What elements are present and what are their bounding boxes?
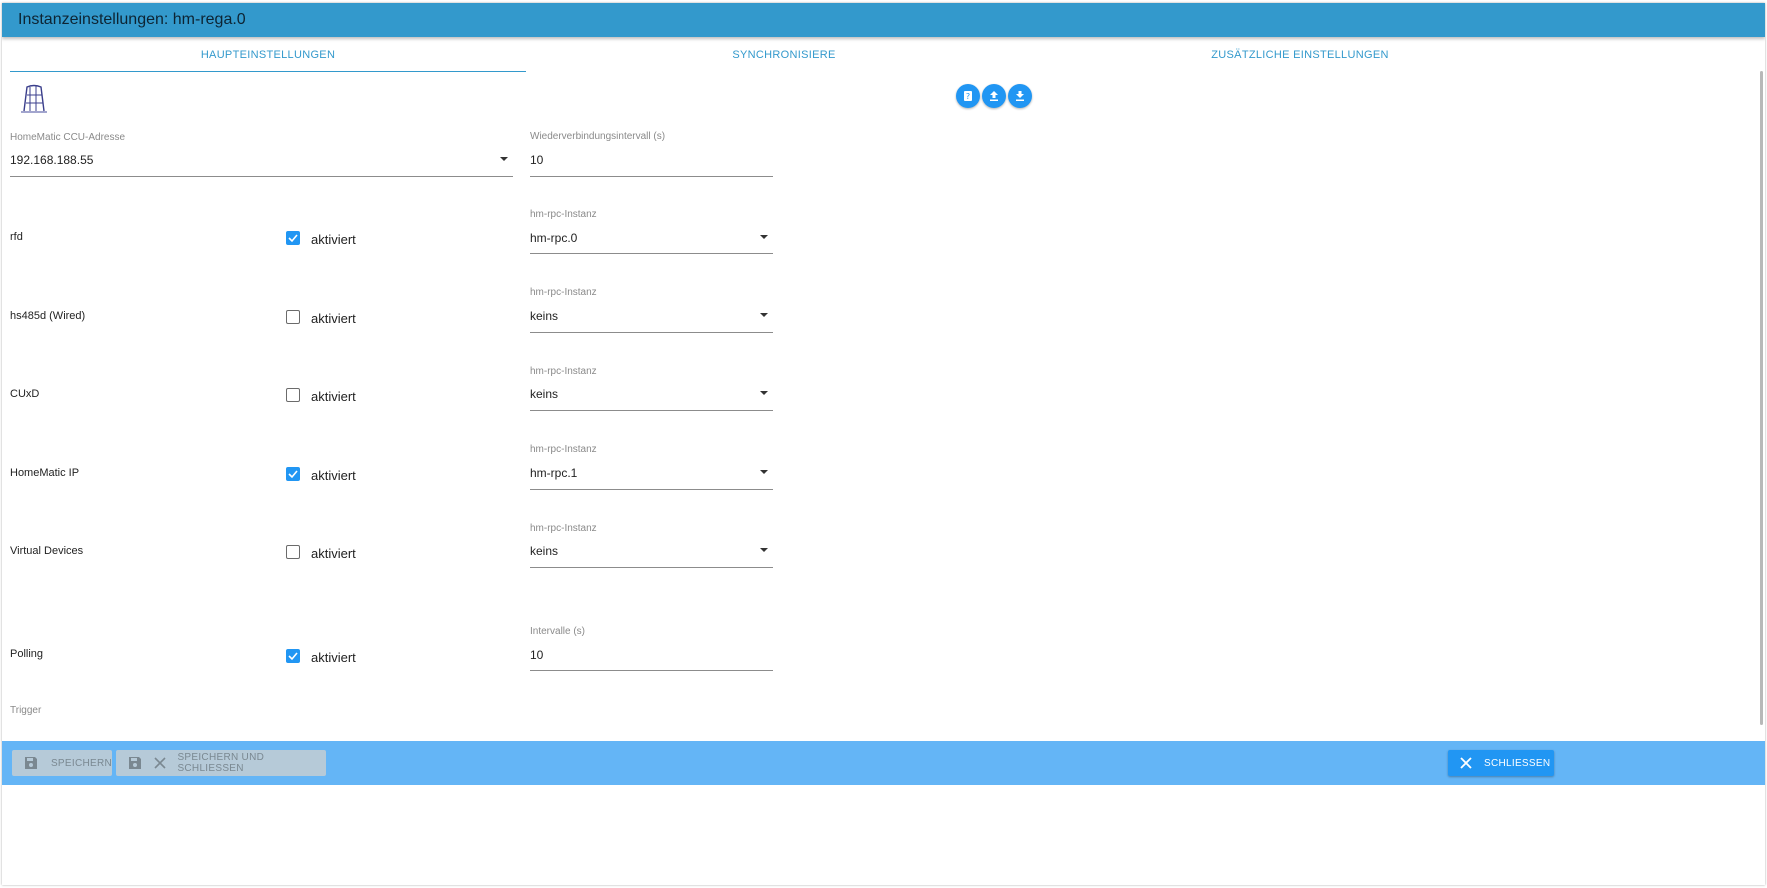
virtual-devices-checkbox-text: aktiviert	[311, 546, 356, 561]
chevron-down-icon	[760, 391, 768, 395]
polling-checkbox-text: aktiviert	[311, 650, 356, 665]
check-icon	[288, 470, 298, 479]
rfd-checkbox-text: aktiviert	[311, 232, 356, 247]
cuxd-label: CUxD	[10, 388, 40, 400]
chevron-down-icon	[760, 313, 768, 317]
cuxd-instance-label: hm-rpc-Instanz	[530, 366, 597, 377]
hs485d-checkbox-text: aktiviert	[311, 311, 356, 326]
homematic-logo-icon	[21, 84, 47, 113]
tab-synchronize[interactable]: SYNCHRONISIERE	[526, 37, 1042, 73]
close-button[interactable]: SCHLIESSEN	[1448, 750, 1554, 776]
upload-button[interactable]	[982, 84, 1006, 108]
homematic-ip-instance-value: hm-rpc.1	[530, 466, 578, 480]
help-button[interactable]: ?	[956, 84, 980, 108]
close-icon	[1460, 757, 1472, 769]
title-bar: Instanzeinstellungen: hm-rega.0	[2, 3, 1765, 37]
check-icon	[288, 652, 298, 661]
homematic-ip-checkbox-text: aktiviert	[311, 468, 356, 483]
cuxd-checkbox-text: aktiviert	[311, 389, 356, 404]
download-button[interactable]	[1008, 84, 1032, 108]
homematic-ip-checkbox[interactable]	[286, 467, 300, 481]
cuxd-checkbox[interactable]	[286, 388, 300, 402]
help-icon: ?	[964, 91, 972, 101]
hs485d-checkbox[interactable]	[286, 310, 300, 324]
ccu-address-label: HomeMatic CCU-Adresse	[10, 132, 126, 143]
check-icon	[288, 234, 298, 243]
scrollbar[interactable]	[1760, 71, 1763, 725]
chevron-down-icon	[500, 157, 508, 161]
tab-bar: HAUPTEINSTELLUNGEN SYNCHRONISIERE ZUSÄTZ…	[10, 37, 1557, 73]
download-icon	[1016, 91, 1024, 101]
instance-settings-dialog: Instanzeinstellungen: hm-rega.0 HAUPTEIN…	[2, 3, 1765, 885]
save-and-close-button[interactable]: SPEICHERN UND SCHLIESSEN	[116, 750, 326, 776]
reconnect-interval-value: 10	[530, 153, 544, 167]
tab-additional-settings[interactable]: ZUSÄTZLICHE EINSTELLUNGEN	[1042, 37, 1558, 73]
chevron-down-icon	[760, 470, 768, 474]
adapter-logo	[18, 81, 48, 115]
virtual-devices-checkbox[interactable]	[286, 545, 300, 559]
svg-text:?: ?	[966, 92, 970, 101]
save-and-close-button-label: SPEICHERN UND SCHLIESSEN	[177, 752, 265, 774]
hs485d-instance-value: keins	[530, 309, 559, 323]
reconnect-interval-label: Wiederverbindungsintervall (s)	[530, 131, 666, 142]
save-icon	[23, 755, 39, 771]
virtual-devices-instance-value: keins	[530, 544, 559, 558]
close-button-label: SCHLIESSEN	[1484, 757, 1551, 769]
tab-main-settings[interactable]: HAUPTEINSTELLUNGEN	[10, 37, 526, 73]
rfd-checkbox[interactable]	[286, 231, 300, 245]
chevron-down-icon	[760, 548, 768, 552]
hs485d-label: hs485d (Wired)	[10, 310, 86, 322]
polling-checkbox[interactable]	[286, 649, 300, 663]
homematic-ip-instance-label: hm-rpc-Instanz	[530, 444, 597, 455]
chevron-down-icon	[760, 235, 768, 239]
rfd-label: rfd	[10, 231, 23, 243]
dialog-title: Instanzeinstellungen: hm-rega.0	[18, 11, 246, 28]
polling-interval-label: Intervalle (s)	[530, 626, 586, 637]
rfd-instance-value: hm-rpc.0	[530, 231, 578, 245]
homematic-ip-label: HomeMatic IP	[10, 467, 80, 479]
rfd-instance-label: hm-rpc-Instanz	[530, 209, 597, 220]
ccu-address-value: 192.168.188.55	[10, 153, 94, 167]
footer-bar: SPEICHERN SPEICHERN UND SCHLIESSEN SCHLI…	[2, 741, 1765, 785]
virtual-devices-label: Virtual Devices	[10, 545, 84, 557]
trigger-label: Trigger	[10, 705, 42, 716]
hs485d-instance-label: hm-rpc-Instanz	[530, 287, 597, 298]
upload-icon	[990, 91, 998, 101]
polling-interval-value: 10	[530, 648, 544, 662]
save-button-label: SPEICHERN	[50, 757, 112, 769]
cuxd-instance-value: keins	[530, 387, 559, 401]
save-button[interactable]: SPEICHERN	[12, 750, 112, 776]
polling-label: Polling	[10, 648, 44, 660]
virtual-devices-instance-label: hm-rpc-Instanz	[530, 523, 597, 534]
close-icon	[152, 755, 167, 771]
save-icon	[127, 755, 142, 771]
